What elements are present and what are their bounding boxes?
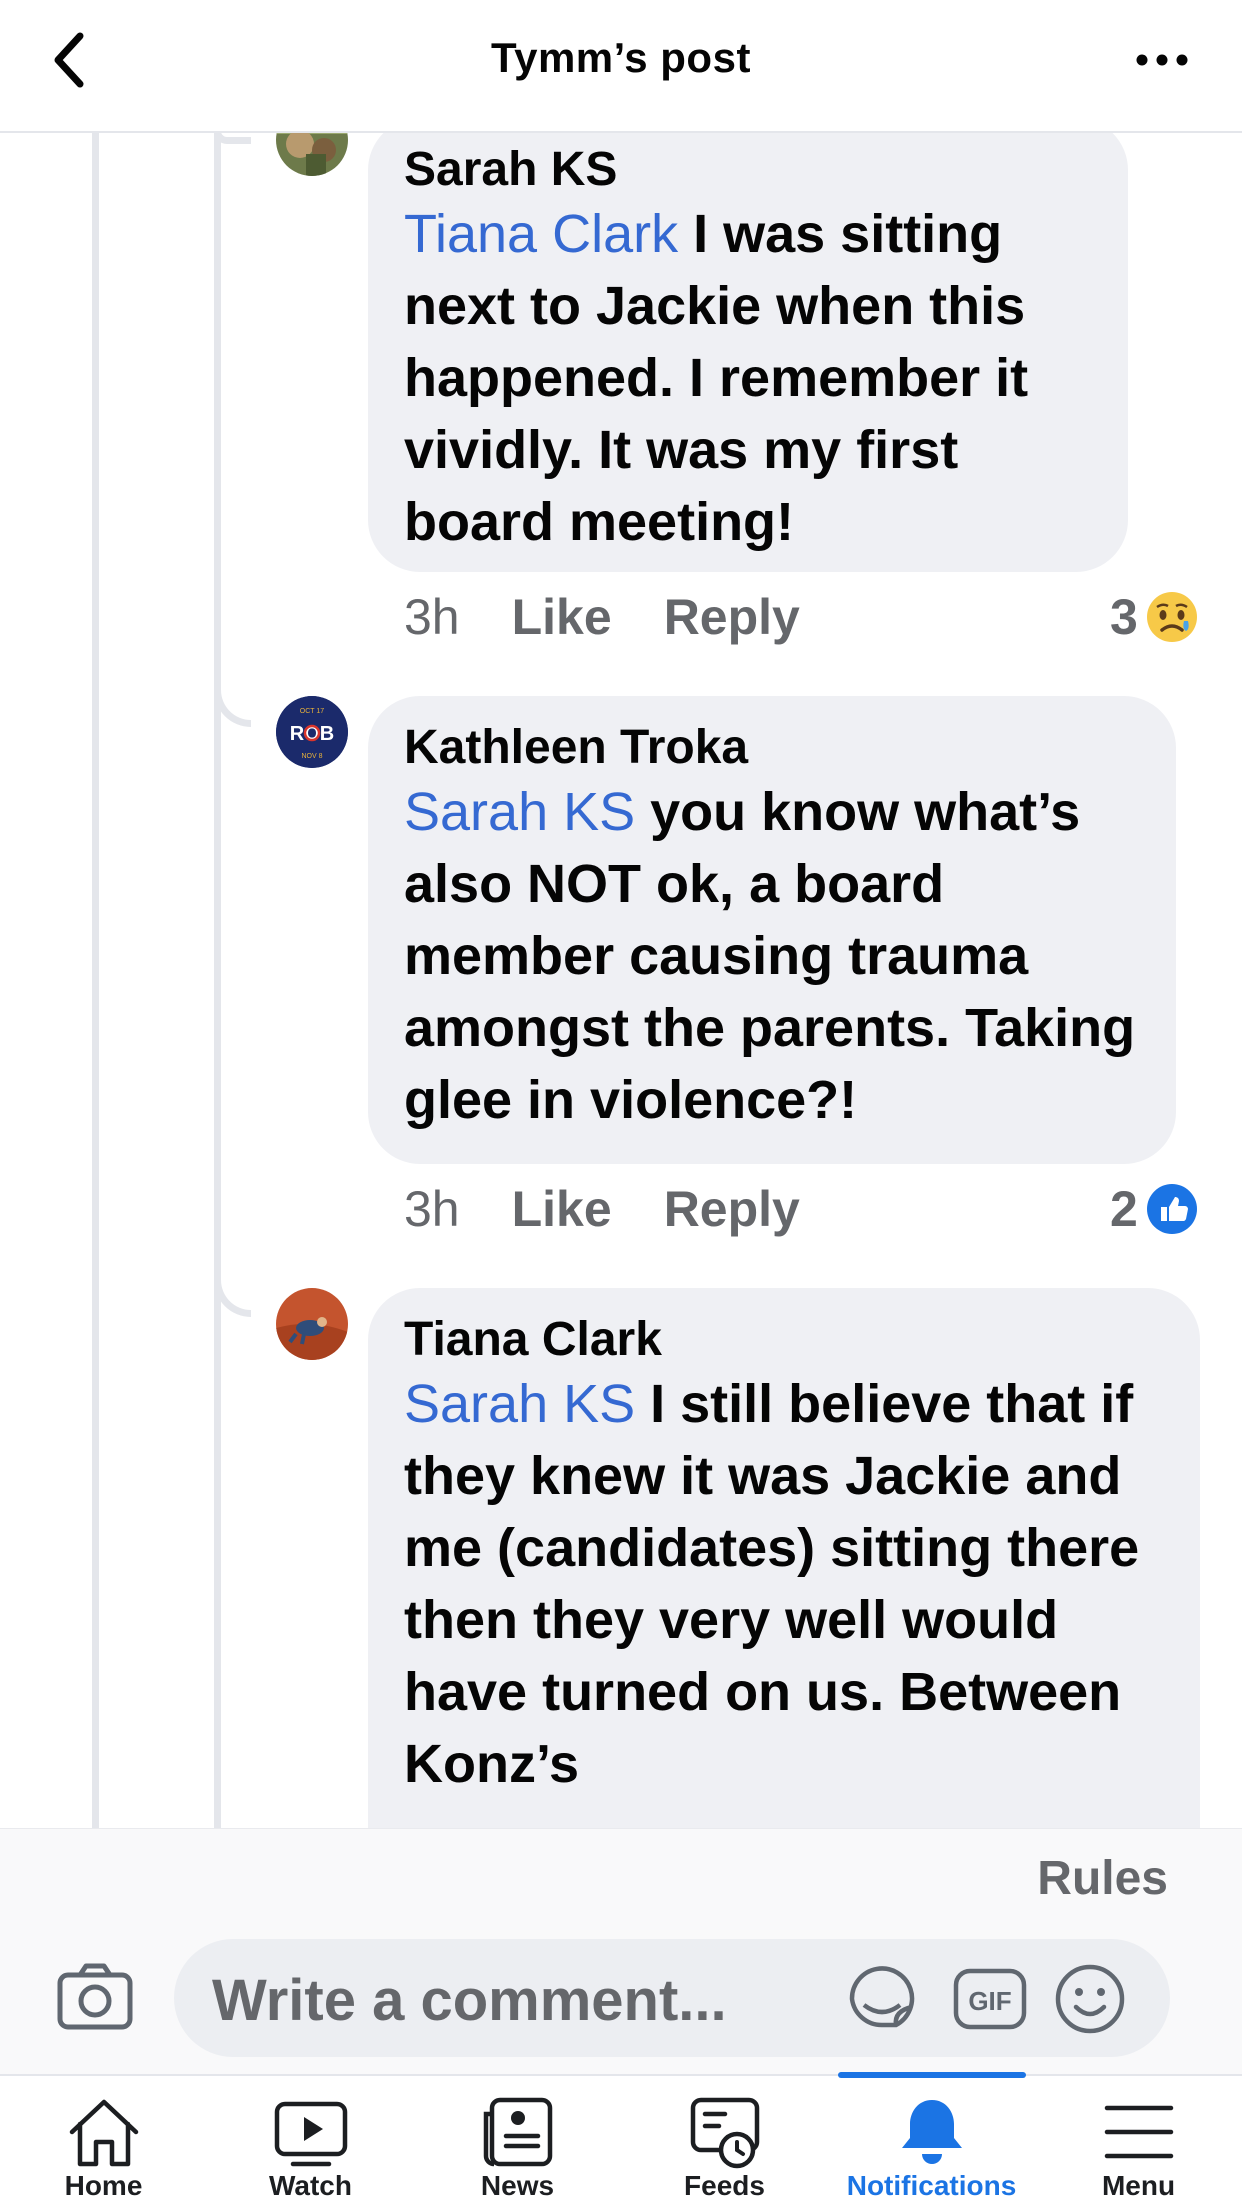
tab-label: Feeds bbox=[684, 2170, 765, 2201]
sad-reaction-icon bbox=[1146, 592, 1197, 642]
bottom-tab-bar: Home Watch News Feeds Notifications Menu bbox=[0, 2072, 1242, 2210]
tab-label: Home bbox=[64, 2170, 143, 2201]
emoji-icon[interactable] bbox=[1052, 1961, 1128, 2037]
reply-button[interactable]: Reply bbox=[664, 1181, 800, 1237]
comment-text: Sarah KS you know what’s also NOT ok, a … bbox=[404, 776, 1140, 1136]
comment-timestamp: 3h bbox=[404, 1181, 460, 1237]
comment-input-placeholder: Write a comment... bbox=[212, 1968, 727, 2033]
comment-bubble[interactable]: Sarah KS Tiana Clark I was sitting next … bbox=[368, 118, 1128, 572]
svg-text:GIF: GIF bbox=[968, 1986, 1011, 2016]
more-options-icon[interactable] bbox=[1132, 40, 1192, 80]
thread-line-inner bbox=[214, 131, 221, 1828]
gif-icon[interactable]: GIF bbox=[952, 1961, 1028, 2037]
tab-menu[interactable]: Menu bbox=[1035, 2076, 1242, 2210]
like-button[interactable]: Like bbox=[512, 1181, 612, 1237]
avatar-caption-bottom: NOV 8 bbox=[301, 753, 322, 760]
feeds-icon bbox=[690, 2097, 759, 2169]
comment-text: Sarah KS I still believe that if they kn… bbox=[404, 1368, 1164, 1800]
sticker-icon[interactable] bbox=[844, 1961, 920, 2037]
comment-author[interactable]: Sarah KS bbox=[404, 142, 1092, 198]
news-icon bbox=[483, 2097, 552, 2167]
camera-icon[interactable] bbox=[56, 1961, 134, 2031]
comment-text: Tiana Clark I was sitting next to Jackie… bbox=[404, 198, 1092, 558]
comment-author[interactable]: Tiana Clark bbox=[404, 1312, 1164, 1368]
comment-timestamp: 3h bbox=[404, 589, 460, 645]
mention-link[interactable]: Sarah KS bbox=[404, 1374, 635, 1434]
home-icon bbox=[69, 2099, 138, 2167]
bell-icon bbox=[901, 2100, 962, 2164]
mention-link[interactable]: Tiana Clark bbox=[404, 204, 678, 264]
mention-link[interactable]: Sarah KS bbox=[404, 782, 635, 842]
rules-link[interactable]: Rules bbox=[1037, 1851, 1168, 1906]
comment-author[interactable]: Kathleen Troka bbox=[404, 720, 1140, 776]
page-title: Tymm’s post bbox=[491, 34, 751, 81]
like-reaction-icon bbox=[1146, 1184, 1197, 1234]
tab-label: Notifications bbox=[846, 2170, 1017, 2201]
avatar-caption-top: OCT 17 bbox=[300, 708, 324, 715]
menu-icon bbox=[1104, 2105, 1173, 2159]
video-icon bbox=[274, 2101, 347, 2167]
tab-feeds[interactable]: Feeds bbox=[621, 2076, 828, 2210]
reaction-summary[interactable]: 3 bbox=[1110, 588, 1198, 646]
tab-home[interactable]: Home bbox=[0, 2076, 207, 2210]
top-bar: Tymm’s post bbox=[0, 0, 1242, 133]
comment-body: I still believe that if they knew it was… bbox=[404, 1374, 1140, 1794]
reaction-summary[interactable]: 2 bbox=[1110, 1180, 1198, 1238]
like-button[interactable]: Like bbox=[512, 589, 612, 645]
tab-label: Watch bbox=[269, 2170, 352, 2201]
avatar[interactable]: OCT 17 ROB NOV 8 bbox=[276, 696, 348, 768]
tab-label: News bbox=[480, 2170, 555, 2201]
comment-actions: 3h Like Reply bbox=[404, 588, 852, 646]
tab-watch[interactable]: Watch bbox=[207, 2076, 414, 2210]
comment-bubble[interactable]: Kathleen Troka Sarah KS you know what’s … bbox=[368, 696, 1176, 1164]
reaction-count: 2 bbox=[1110, 1181, 1138, 1237]
comment-actions: 3h Like Reply bbox=[404, 1180, 852, 1238]
tab-news[interactable]: News bbox=[414, 2076, 621, 2210]
reply-button[interactable]: Reply bbox=[664, 589, 800, 645]
thread-line-outer bbox=[92, 131, 99, 1828]
reaction-count: 3 bbox=[1110, 589, 1138, 645]
tab-notifications[interactable]: Notifications bbox=[828, 2076, 1035, 2210]
tab-label: Menu bbox=[1101, 2170, 1176, 2201]
comment-input[interactable]: Write a comment... GIF bbox=[174, 1939, 1170, 2057]
avatar[interactable] bbox=[276, 1288, 348, 1360]
comment-composer: Rules Write a comment... GIF bbox=[0, 1828, 1242, 2075]
